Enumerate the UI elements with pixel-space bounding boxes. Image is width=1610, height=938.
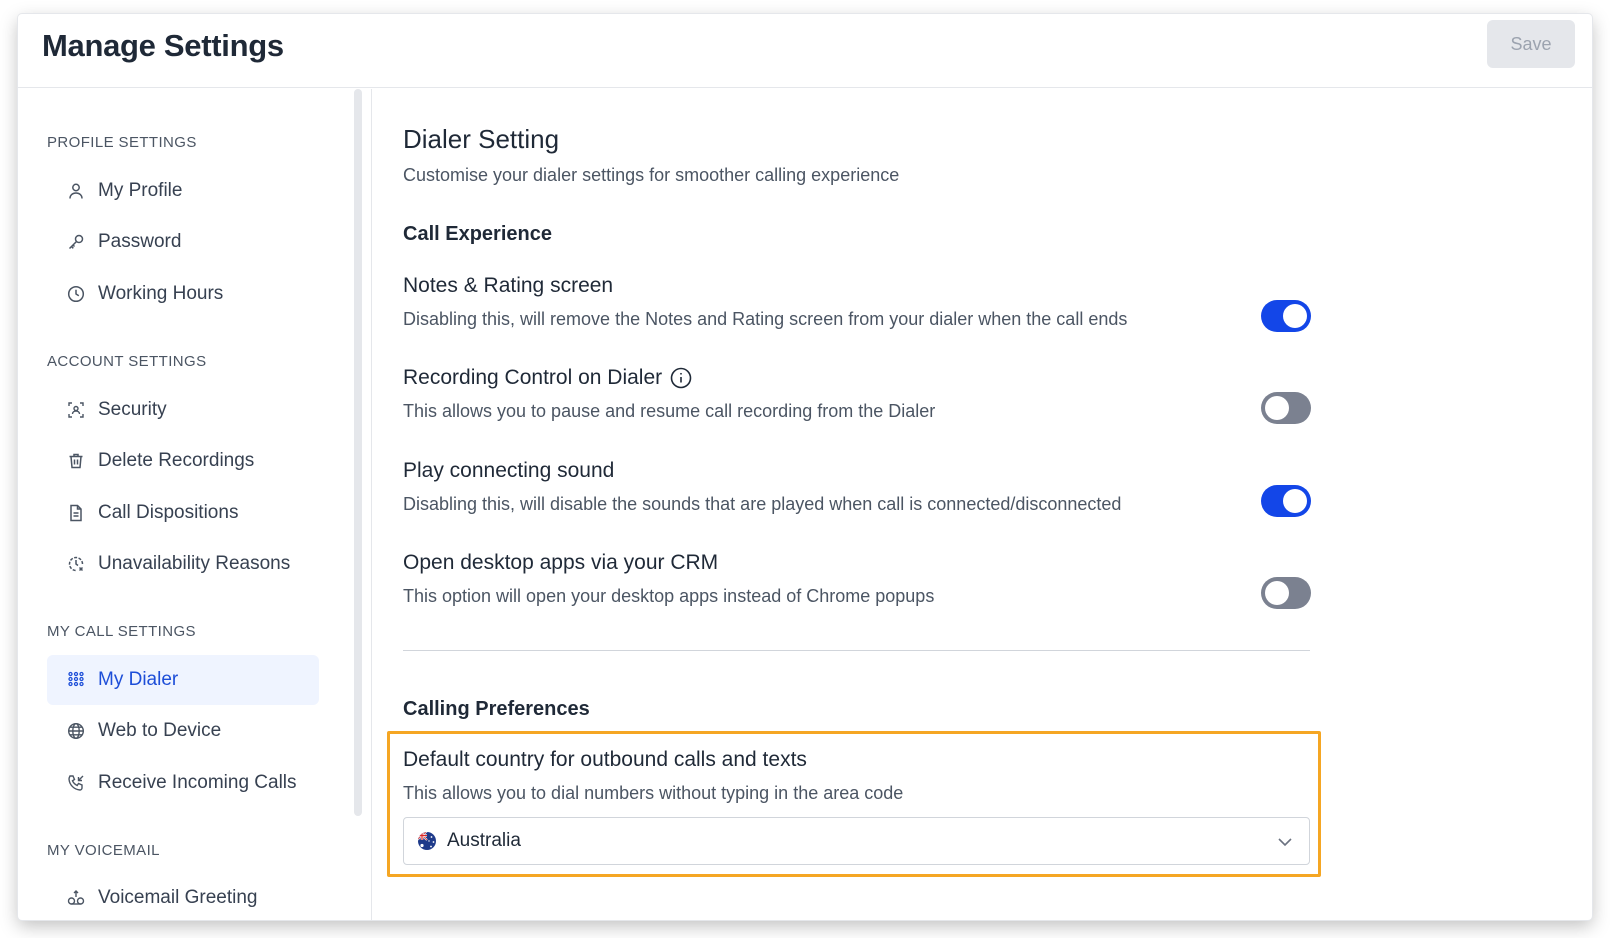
- toggle-knob: [1283, 489, 1307, 513]
- user-icon: [66, 181, 86, 201]
- info-icon[interactable]: [670, 367, 692, 389]
- setting-desc-desktop-apps: This option will open your desktop apps …: [403, 586, 935, 606]
- setting-desc-notes-rating: Disabling this, will remove the Notes an…: [403, 309, 1128, 329]
- setting-title-text: Notes & Rating screen: [403, 274, 614, 297]
- setting-title-desktop-apps: Open desktop apps via your CRM: [403, 551, 718, 575]
- toggle-knob: [1265, 581, 1289, 605]
- sidebar-item-security[interactable]: Security: [47, 385, 319, 435]
- dialpad-icon: [66, 670, 86, 690]
- sidebar-item-label: Call Dispositions: [98, 502, 239, 523]
- toggle-knob: [1265, 396, 1289, 420]
- section-subtitle: Customise your dialer settings for smoot…: [403, 165, 900, 185]
- call-experience-heading: Call Experience: [403, 223, 552, 245]
- setting-desc-connecting-sound: Disabling this, will disable the sounds …: [403, 494, 1122, 514]
- sidebar-item-label: Password: [98, 231, 182, 252]
- sidebar-item-label: Voicemail Greeting: [98, 887, 258, 908]
- sidebar-item-label: Unavailability Reasons: [98, 553, 291, 574]
- unavailable-icon: [66, 554, 86, 574]
- document-icon: [66, 503, 86, 523]
- main-content: Dialer Setting Customise your dialer set…: [373, 89, 1592, 920]
- sidebar-item-label: My Profile: [98, 180, 183, 201]
- setting-desc-recording-control: This allows you to pause and resume call…: [403, 401, 936, 421]
- security-scan-icon: [66, 400, 86, 420]
- setting-title-text: Play connecting sound: [403, 459, 615, 482]
- trash-icon: [66, 451, 86, 471]
- sidebar-section-profile-settings: PROFILE SETTINGS: [47, 134, 197, 151]
- notes-rating-toggle[interactable]: [1261, 300, 1311, 332]
- sidebar-item-unavailability-reasons[interactable]: Unavailability Reasons: [47, 539, 319, 589]
- recording-control-toggle[interactable]: [1261, 392, 1311, 424]
- sidebar-item-my-profile[interactable]: My Profile: [47, 166, 319, 216]
- voicemail-icon: [66, 888, 86, 908]
- settings-window: Manage Settings Save PROFILE SETTINGS My…: [18, 14, 1592, 920]
- sidebar-section-account-settings: ACCOUNT SETTINGS: [47, 353, 207, 370]
- sidebar-item-delete-recordings[interactable]: Delete Recordings: [47, 436, 319, 486]
- key-icon: [66, 232, 86, 252]
- calling-preferences-heading: Calling Preferences: [403, 698, 590, 720]
- section-title: Dialer Setting: [403, 124, 560, 154]
- chevron-down-icon: [1275, 832, 1295, 852]
- header-bar: Manage Settings Save: [18, 14, 1592, 88]
- setting-title-connecting-sound: Play connecting sound: [403, 459, 614, 483]
- sidebar-item-password[interactable]: Password: [47, 217, 319, 267]
- sidebar-item-web-to-device[interactable]: Web to Device: [47, 706, 319, 756]
- save-button[interactable]: Save: [1487, 20, 1575, 68]
- sidebar-item-label: Web to Device: [98, 720, 222, 741]
- setting-title-text: Recording Control on Dialer: [403, 366, 663, 389]
- australia-flag-icon: [417, 831, 437, 851]
- sidebar-section-my-voicemail: MY VOICEMAIL: [47, 842, 160, 859]
- page-title: Manage Settings: [42, 28, 284, 63]
- sidebar-item-call-dispositions[interactable]: Call Dispositions: [47, 488, 319, 538]
- setting-desc-default-country: This allows you to dial numbers without …: [403, 783, 904, 803]
- default-country-select[interactable]: Australia: [403, 817, 1310, 865]
- section-divider: [403, 650, 1310, 651]
- sidebar-item-my-dialer[interactable]: My Dialer: [47, 655, 319, 705]
- sidebar-item-receive-incoming-calls[interactable]: Receive Incoming Calls: [47, 758, 319, 808]
- setting-title-notes-rating: Notes & Rating screen: [403, 274, 613, 298]
- desktop-apps-toggle[interactable]: [1261, 577, 1311, 609]
- toggle-knob: [1283, 304, 1307, 328]
- sidebar-item-working-hours[interactable]: Working Hours: [47, 269, 319, 319]
- connecting-sound-toggle[interactable]: [1261, 485, 1311, 517]
- sidebar-section-my-call-settings: MY CALL SETTINGS: [47, 623, 196, 640]
- setting-title-default-country: Default country for outbound calls and t…: [403, 748, 807, 772]
- sidebar-item-label: Receive Incoming Calls: [98, 772, 297, 793]
- globe-icon: [66, 721, 86, 741]
- phone-incoming-icon: [66, 773, 86, 793]
- sidebar-item-label: Security: [98, 399, 167, 420]
- setting-title-text: Open desktop apps via your CRM: [403, 551, 719, 574]
- sidebar-scrollbar[interactable]: [354, 89, 362, 816]
- selected-country: Australia: [447, 830, 521, 851]
- setting-title-text: Default country for outbound calls and t…: [403, 748, 807, 771]
- sidebar-item-label: My Dialer: [98, 669, 179, 690]
- sidebar-item-voicemail-greeting[interactable]: Voicemail Greeting: [47, 873, 319, 920]
- setting-title-recording-control: Recording Control on Dialer: [403, 366, 692, 390]
- sidebar-item-label: Working Hours: [98, 283, 224, 304]
- clock-icon: [66, 284, 86, 304]
- sidebar: PROFILE SETTINGS My Profile Password Wor…: [18, 89, 372, 920]
- sidebar-item-label: Delete Recordings: [98, 450, 255, 471]
